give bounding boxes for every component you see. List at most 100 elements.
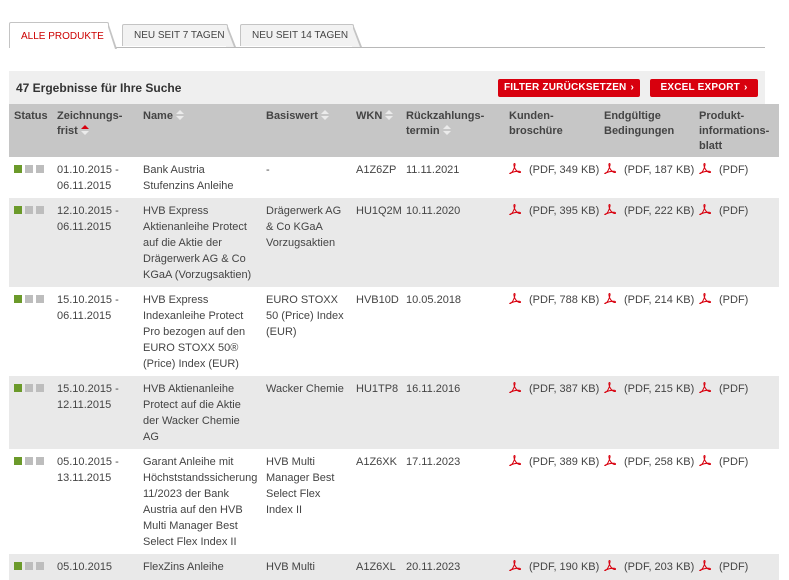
tab-neu-seit-7-tagen[interactable]: NEU SEIT 7 TAGEN [122,24,236,47]
table-row[interactable]: 15.10.2015 - 06.11.2015 HVB Express Index… [9,287,779,376]
pdf-label: (PDF) [719,383,749,395]
column-header-status: Status [9,104,52,157]
brochure-cell: (PDF, 387 KB) [504,376,599,449]
repayment-cell: 10.11.2020 [401,198,504,287]
terms-pdf-link[interactable]: (PDF, 222 KB) [604,203,694,219]
terms-pdf-link[interactable]: (PDF, 203 KB) [604,559,694,575]
brochure-cell: (PDF, 788 KB) [504,287,599,376]
status-square [14,384,22,392]
column-header-rueckzahlungstermin[interactable]: Rückzahlungs-termin [401,104,504,157]
name-cell[interactable]: HVB Aktienanleihe Protect auf die Aktie … [138,376,261,449]
pdf-icon [604,455,616,466]
name-cell[interactable]: Garant Anleihe mit Höchststandssicherung… [138,449,261,554]
table-row[interactable]: 15.10.2015 - 12.11.2015 HVB Aktienanleihe… [9,376,779,449]
column-header-name[interactable]: Name [138,104,261,157]
brochure-pdf-link[interactable]: (PDF, 788 KB) [509,292,599,308]
status-indicator [14,381,48,392]
table-row[interactable]: 05.10.2015 FlexZins Anleihe HVB Multi A1Z6X… [9,554,779,580]
pdf-label: (PDF, 190 KB) [529,561,600,573]
brochure-pdf-link[interactable]: (PDF, 395 KB) [509,203,599,219]
brochure-pdf-link[interactable]: (PDF, 349 KB) [509,162,599,178]
pdf-label: (PDF) [719,294,749,306]
status-cell [9,554,52,580]
status-square [36,295,44,303]
info-pdf-link[interactable]: (PDF) [699,454,748,470]
table-row[interactable]: 12.10.2015 - 06.11.2015 HVB Express Aktie… [9,198,779,287]
sort-arrows-icon[interactable] [320,110,330,122]
terms-pdf-link[interactable]: (PDF, 214 KB) [604,292,694,308]
name-cell[interactable]: Bank Austria Stufenzins Anleihe [138,157,261,198]
status-indicator [14,203,48,214]
status-square [25,384,33,392]
status-cell [9,287,52,376]
pdf-label: (PDF, 349 KB) [529,164,600,176]
brochure-cell: (PDF, 349 KB) [504,157,599,198]
underlying-cell: - [261,157,351,198]
wkn-cell: A1Z6XL [351,554,401,580]
name-cell[interactable]: HVB Express Aktienanleihe Protect auf di… [138,198,261,287]
pdf-icon [604,382,616,393]
chevron-right-icon: › [743,82,748,93]
sort-arrows-icon[interactable] [175,110,185,122]
pdf-label: (PDF) [719,561,749,573]
info-pdf-link[interactable]: (PDF) [699,203,748,219]
wkn-cell: HU1TP8 [351,376,401,449]
status-square [25,206,33,214]
status-indicator [14,292,48,303]
info-pdf-link[interactable]: (PDF) [699,162,748,178]
results-count: 47 Ergebnisse für Ihre Suche [16,81,182,95]
column-header-zeichnungsfrist[interactable]: Zeichnungs-frist [52,104,138,157]
period-cell: 15.10.2015 - 06.11.2015 [52,287,138,376]
status-square [14,295,22,303]
period-cell: 12.10.2015 - 06.11.2015 [52,198,138,287]
name-cell[interactable]: HVB Express Indexanleihe Protect Pro bez… [138,287,261,376]
status-square [36,562,44,570]
underlying-cell: Drägerwerk AG & Co KGaA Vorzugsaktien [261,198,351,287]
status-cell [9,376,52,449]
info-cell: (PDF) [694,376,779,449]
terms-pdf-link[interactable]: (PDF, 187 KB) [604,162,694,178]
pdf-icon [509,204,521,215]
table-row[interactable]: 05.10.2015 - 13.11.2015 Garant Anleihe mi… [9,449,779,554]
column-header-basiswert[interactable]: Basiswert [261,104,351,157]
sort-arrows-icon[interactable] [442,125,452,137]
pdf-icon [604,560,616,571]
status-cell [9,449,52,554]
info-cell: (PDF) [694,157,779,198]
results-bar: 47 Ergebnisse für Ihre Suche FILTER ZURÜ… [9,71,765,104]
tab-alle-produkte[interactable]: ALLE PRODUKTE [9,22,117,49]
excel-export-button[interactable]: EXCEL EXPORT › [650,79,758,97]
terms-cell: (PDF, 214 KB) [599,287,694,376]
pdf-icon [699,382,711,393]
column-header-endgueltige-bedingungen: Endgültige Bedingungen [599,104,694,157]
status-square [25,562,33,570]
brochure-pdf-link[interactable]: (PDF, 387 KB) [509,381,599,397]
info-cell: (PDF) [694,554,779,580]
repayment-cell: 10.05.2018 [401,287,504,376]
name-cell[interactable]: FlexZins Anleihe [138,554,261,580]
period-cell: 01.10.2015 - 06.11.2015 [52,157,138,198]
reset-filter-button[interactable]: FILTER ZURÜCKSETZEN › [498,79,640,97]
pdf-icon [699,163,711,174]
status-indicator [14,559,48,570]
pdf-label: (PDF, 222 KB) [624,205,695,217]
pdf-label: (PDF) [719,456,749,468]
brochure-pdf-link[interactable]: (PDF, 389 KB) [509,454,599,470]
info-cell: (PDF) [694,449,779,554]
terms-pdf-link[interactable]: (PDF, 258 KB) [604,454,694,470]
brochure-cell: (PDF, 389 KB) [504,449,599,554]
table-row[interactable]: 01.10.2015 - 06.11.2015 Bank Austria Stuf… [9,157,779,198]
info-pdf-link[interactable]: (PDF) [699,559,748,575]
pdf-icon [509,382,521,393]
column-header-wkn[interactable]: WKN [351,104,401,157]
chevron-right-icon: › [630,82,635,93]
pdf-label: (PDF) [719,164,749,176]
brochure-pdf-link[interactable]: (PDF, 190 KB) [509,559,599,575]
sort-arrows-icon[interactable] [80,125,90,137]
sort-arrows-icon[interactable] [385,110,394,122]
info-pdf-link[interactable]: (PDF) [699,292,748,308]
terms-pdf-link[interactable]: (PDF, 215 KB) [604,381,694,397]
info-pdf-link[interactable]: (PDF) [699,381,748,397]
status-square [36,206,44,214]
tab-neu-seit-14-tagen[interactable]: NEU SEIT 14 TAGEN [240,24,362,47]
